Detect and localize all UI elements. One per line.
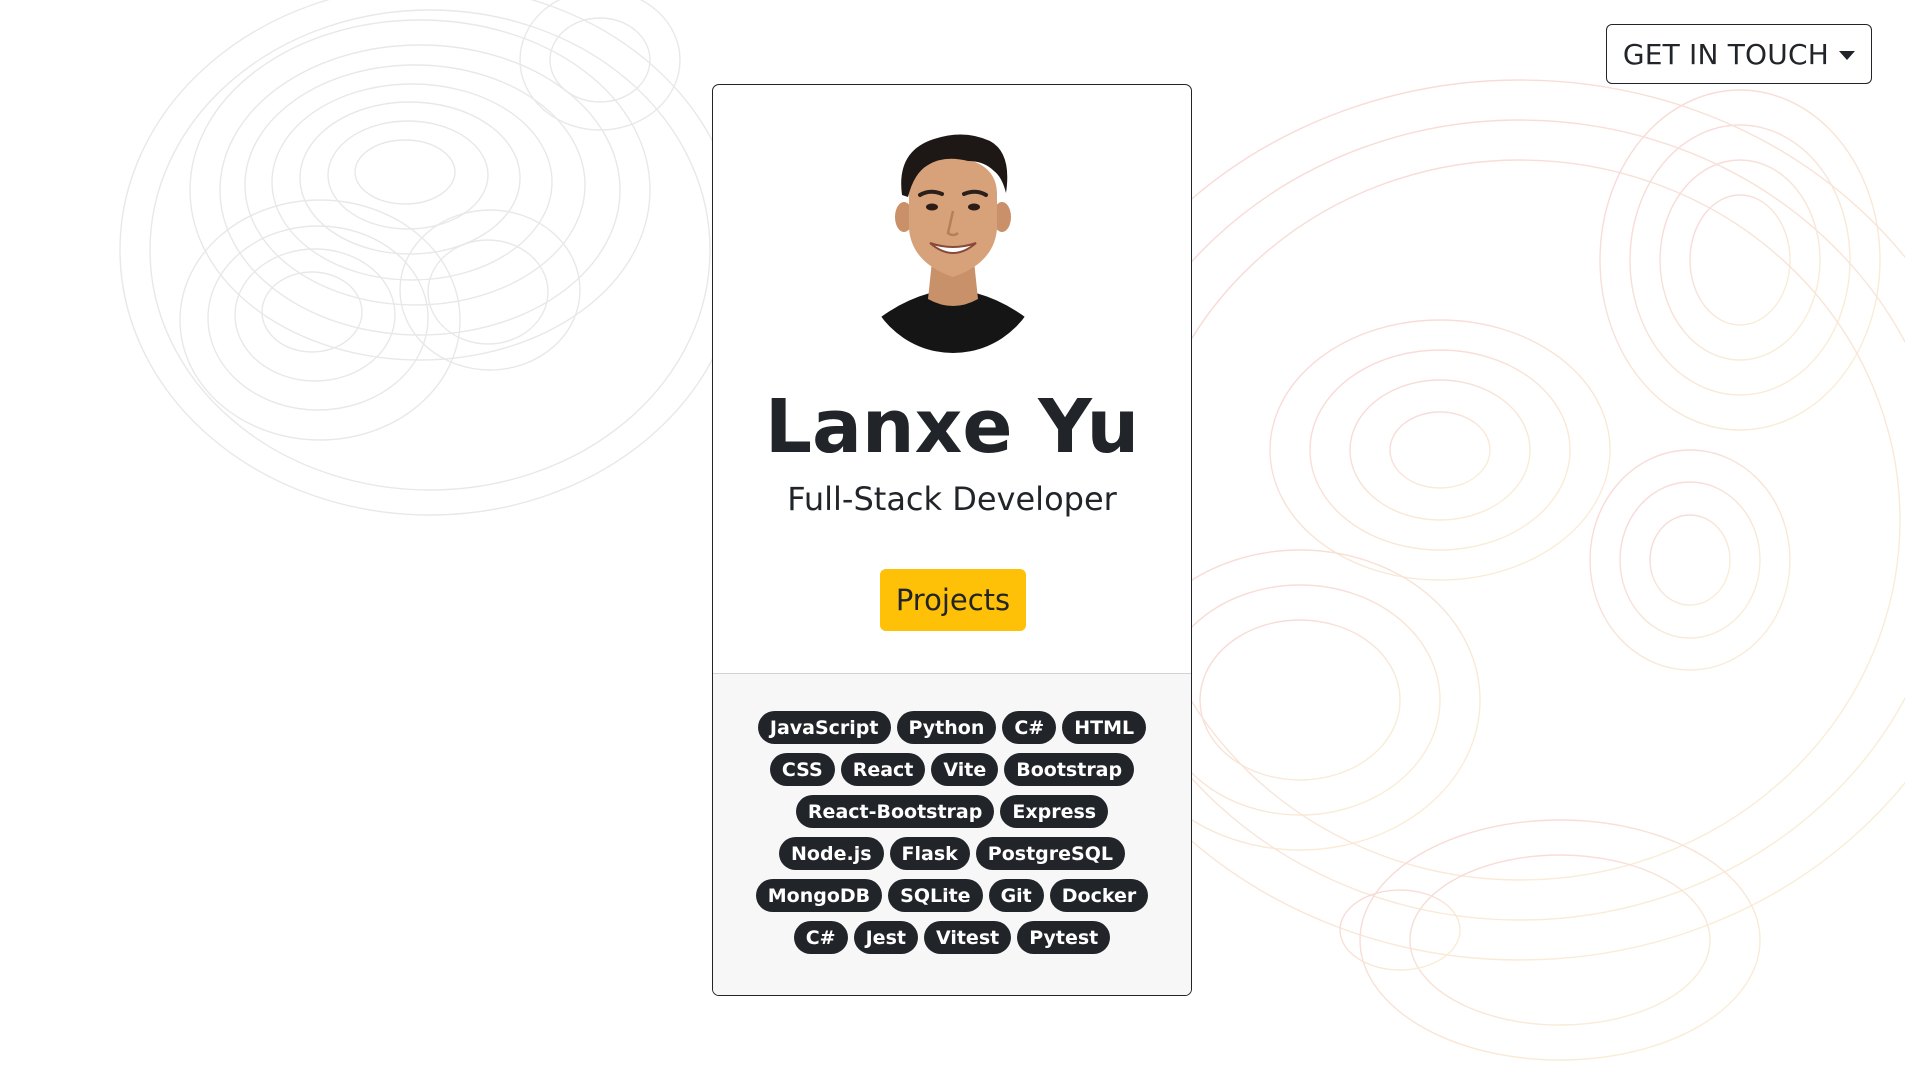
skill-badge: Jest [853, 921, 918, 954]
skill-badge: SQLite [888, 879, 983, 912]
skill-badge: C# [793, 921, 848, 954]
projects-button-label: Projects [895, 583, 1011, 617]
skill-badge: Flask [889, 837, 970, 870]
skill-badge: HTML [1062, 711, 1147, 744]
page: GET IN TOUCH Lanxe Yu Full-Stack Develop… [0, 0, 1905, 1080]
skill-badge: Pytest [1017, 921, 1111, 954]
profile-role: Full-Stack Developer [787, 480, 1117, 518]
caret-down-icon [1839, 50, 1855, 60]
skill-badge: Express [1000, 795, 1109, 828]
get-in-touch-label: GET IN TOUCH [1622, 37, 1829, 71]
skill-badge: PostgreSQL [975, 837, 1125, 870]
skills-section: JavaScript Python C# HTML CSS React Vite… [713, 674, 1191, 995]
skill-badge: React-Bootstrap [795, 795, 995, 828]
skill-badge: React [840, 753, 926, 786]
skill-badge: JavaScript [757, 711, 891, 744]
projects-button[interactable]: Projects [880, 569, 1026, 631]
profile-card: Lanxe Yu Full-Stack Developer Projects J… [712, 84, 1192, 996]
skill-badge: Python [896, 711, 997, 744]
skill-badge: Node.js [779, 837, 884, 870]
skill-badge: MongoDB [755, 879, 883, 912]
skill-badge: Git [988, 879, 1044, 912]
get-in-touch-dropdown[interactable]: GET IN TOUCH [1605, 24, 1872, 84]
profile-card-body: Lanxe Yu Full-Stack Developer Projects [713, 85, 1191, 674]
skill-badge: Vite [931, 753, 999, 786]
profile-name: Lanxe Yu [764, 384, 1140, 470]
skill-badge: Bootstrap [1004, 753, 1135, 786]
skills-badge-list: JavaScript Python C# HTML CSS React Vite… [743, 711, 1161, 954]
skill-badge: Docker [1049, 879, 1149, 912]
skill-badge: Vitest [923, 921, 1012, 954]
skill-badge: CSS [769, 753, 835, 786]
avatar [864, 134, 1042, 353]
skill-badge: C# [1002, 711, 1057, 744]
